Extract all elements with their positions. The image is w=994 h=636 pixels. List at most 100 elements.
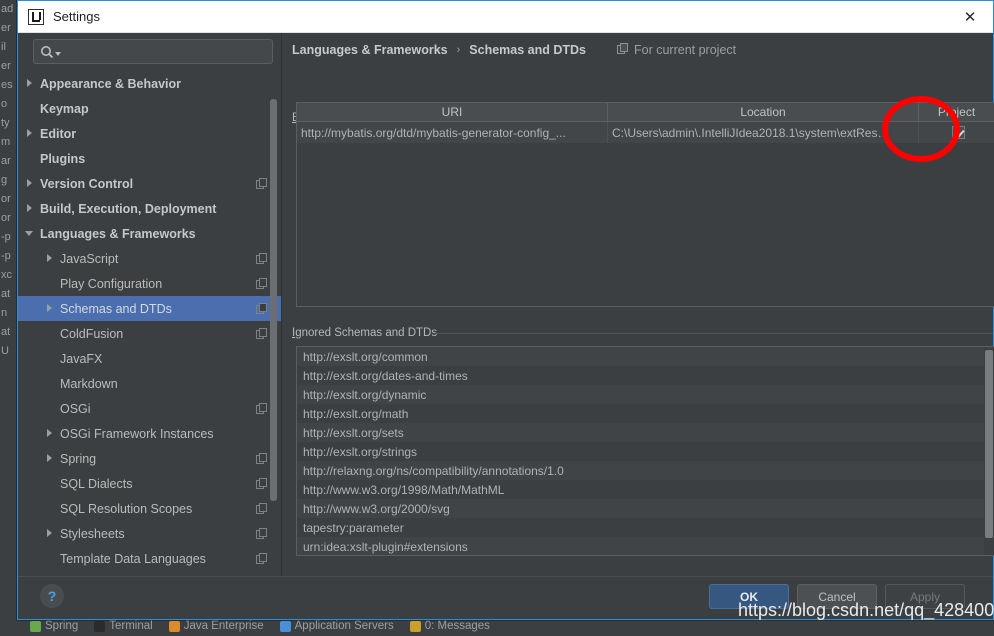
list-item[interactable]: http://www.w3.org/2000/svg [297,499,994,518]
list-item[interactable]: http://exslt.org/sets [297,423,994,442]
ide-background-text: at [1,288,11,300]
project-scope-icon [256,453,267,464]
toolwindow-button-spring[interactable]: Spring [30,620,78,632]
cancel-button[interactable]: Cancel [797,584,877,609]
sidebar-item-spring[interactable]: Spring [18,446,281,471]
chevron-right-icon[interactable] [45,453,57,465]
sidebar-item-markdown[interactable]: Markdown [18,371,281,396]
project-scope-icon [256,478,267,489]
ignored-group-label: Ignored Schemas and DTDs [292,327,437,339]
list-item[interactable]: tapestry:parameter [297,518,994,537]
search-box[interactable] [33,39,273,64]
toolwindow-button-java-enterprise[interactable]: Java Enterprise [168,620,264,632]
table-header-row: URI Location Project [297,103,994,122]
sidebar-item-stylesheets[interactable]: Stylesheets [18,521,281,546]
ide-left-toolwindow-strip: ad er il er es o ty m ar g or or -p -p xc at n at U [0,0,18,636]
sidebar-item-keymap[interactable]: Keymap [18,96,281,121]
toolwindow-button-0-messages[interactable]: 0: Messages [409,620,490,632]
project-scope-icon [256,178,267,189]
sidebar-item-label: OSGi Framework Instances [60,426,214,441]
sidebar-item-javascript[interactable]: JavaScript [18,246,281,271]
ide-background-text: ad [1,3,14,15]
breadcrumb-separator: › [456,44,461,56]
chevron-right-icon[interactable] [45,428,57,440]
table-row[interactable]: http://mybatis.org/dtd/mybatis-generator… [297,122,994,143]
settings-tree: Appearance & Behavior Keymap Editor Plugins… [18,71,281,571]
list-item[interactable]: http://exslt.org/strings [297,442,994,461]
list-item[interactable]: http://exslt.org/dates-and-times [297,366,994,385]
list-item[interactable]: http://exslt.org/math [297,404,994,423]
chevron-right-icon[interactable] [45,528,57,540]
sidebar-item-label: Spring [60,451,97,466]
sidebar-item-appearance-behavior[interactable]: Appearance & Behavior [18,71,281,96]
ide-background-text: n [1,307,8,319]
toolwindow-icon [279,620,291,632]
list-item[interactable]: http://exslt.org/dynamic [297,385,994,404]
toolwindow-button-terminal[interactable]: Terminal [94,620,153,632]
help-button[interactable]: ? [40,584,64,608]
sidebar-item-sql-dialects[interactable]: SQL Dialects [18,471,281,496]
toolwindow-button-application-servers[interactable]: Application Servers [279,620,394,632]
search-dropdown-arrow[interactable] [55,51,61,56]
chevron-right-icon[interactable] [45,253,57,265]
search-input[interactable] [64,43,272,60]
ide-background-text: or [1,193,11,205]
list-item[interactable]: http://www.w3.org/1998/Math/MathML [297,480,994,499]
ok-button[interactable]: OK [709,584,789,609]
sidebar-item-editor[interactable]: Editor [18,121,281,146]
column-header-project[interactable]: Project [919,103,994,121]
sidebar-item-label: Version Control [40,176,134,191]
project-checkbox[interactable] [952,126,965,139]
chevron-right-icon[interactable] [25,203,37,215]
list-item[interactable]: http://relaxng.org/ns/compatibility/anno… [297,461,994,480]
scope-indicator: For current project [617,43,736,57]
toolwindow-label: Application Servers [294,620,394,632]
ignored-list-scrollbar-thumb[interactable] [985,350,993,538]
toolwindow-label: Terminal [109,620,153,632]
chevron-down-icon[interactable] [25,228,37,240]
cell-project[interactable] [919,122,994,143]
dialog-title: Settings [53,9,100,24]
sidebar-scrollbar[interactable] [270,71,277,571]
column-header-uri[interactable]: URI [297,103,608,121]
chevron-right-icon[interactable] [45,303,57,315]
sidebar-item-osgi-framework-instances[interactable]: OSGi Framework Instances [18,421,281,446]
list-item[interactable]: urn:idea:xslt-plugin#extensions [297,537,994,555]
sidebar-item-play-configuration[interactable]: Play Configuration [18,271,281,296]
chevron-right-icon[interactable] [25,178,37,190]
ide-background-text: U [1,345,9,357]
project-scope-icon [256,403,267,414]
toolwindow-label: Spring [45,620,79,632]
cell-location: C:\Users\admin\.IntelliJIdea2018.1\syste… [608,122,919,143]
close-icon[interactable]: ✕ [947,1,993,32]
list-item[interactable]: http://exslt.org/common [297,347,994,366]
sidebar-item-build-execution-deployment[interactable]: Build, Execution, Deployment [18,196,281,221]
toolwindow-icon [168,620,180,632]
column-header-location[interactable]: Location [608,103,919,121]
sidebar-item-schemas-and-dtds[interactable]: Schemas and DTDs [18,296,281,321]
sidebar-item-plugins[interactable]: Plugins [18,146,281,171]
sidebar-item-version-control[interactable]: Version Control [18,171,281,196]
sidebar-item-label: Schemas and DTDs [60,301,172,316]
breadcrumb-parent[interactable]: Languages & Frameworks [292,43,448,57]
chevron-right-icon[interactable] [25,128,37,140]
sidebar-item-sql-resolution-scopes[interactable]: SQL Resolution Scopes [18,496,281,521]
sidebar-item-template-data-languages[interactable]: Template Data Languages [18,546,281,571]
intellij-idea-icon [28,8,44,25]
apply-button[interactable]: Apply [885,584,965,609]
chevron-right-icon[interactable] [25,78,37,90]
ide-background-text: er [1,22,11,34]
sidebar-item-javafx[interactable]: JavaFX [18,346,281,371]
sidebar-scrollbar-thumb[interactable] [270,99,277,501]
sidebar-item-languages-frameworks[interactable]: Languages & Frameworks [18,221,281,246]
sidebar-item-osgi[interactable]: OSGi [18,396,281,421]
toolwindow-label: 0: Messages [424,620,490,632]
project-scope-icon [256,303,267,314]
ignored-list-scrollbar[interactable] [984,348,994,555]
toolwindow-icon [409,620,421,632]
ide-background-text: at [1,326,11,338]
ide-background-text: ar [1,155,11,167]
settings-dialog: Settings ✕ Appearance & Behavior Keymap Ed… [17,0,994,620]
ide-background-text: xc [1,269,12,281]
sidebar-item-coldfusion[interactable]: ColdFusion [18,321,281,346]
